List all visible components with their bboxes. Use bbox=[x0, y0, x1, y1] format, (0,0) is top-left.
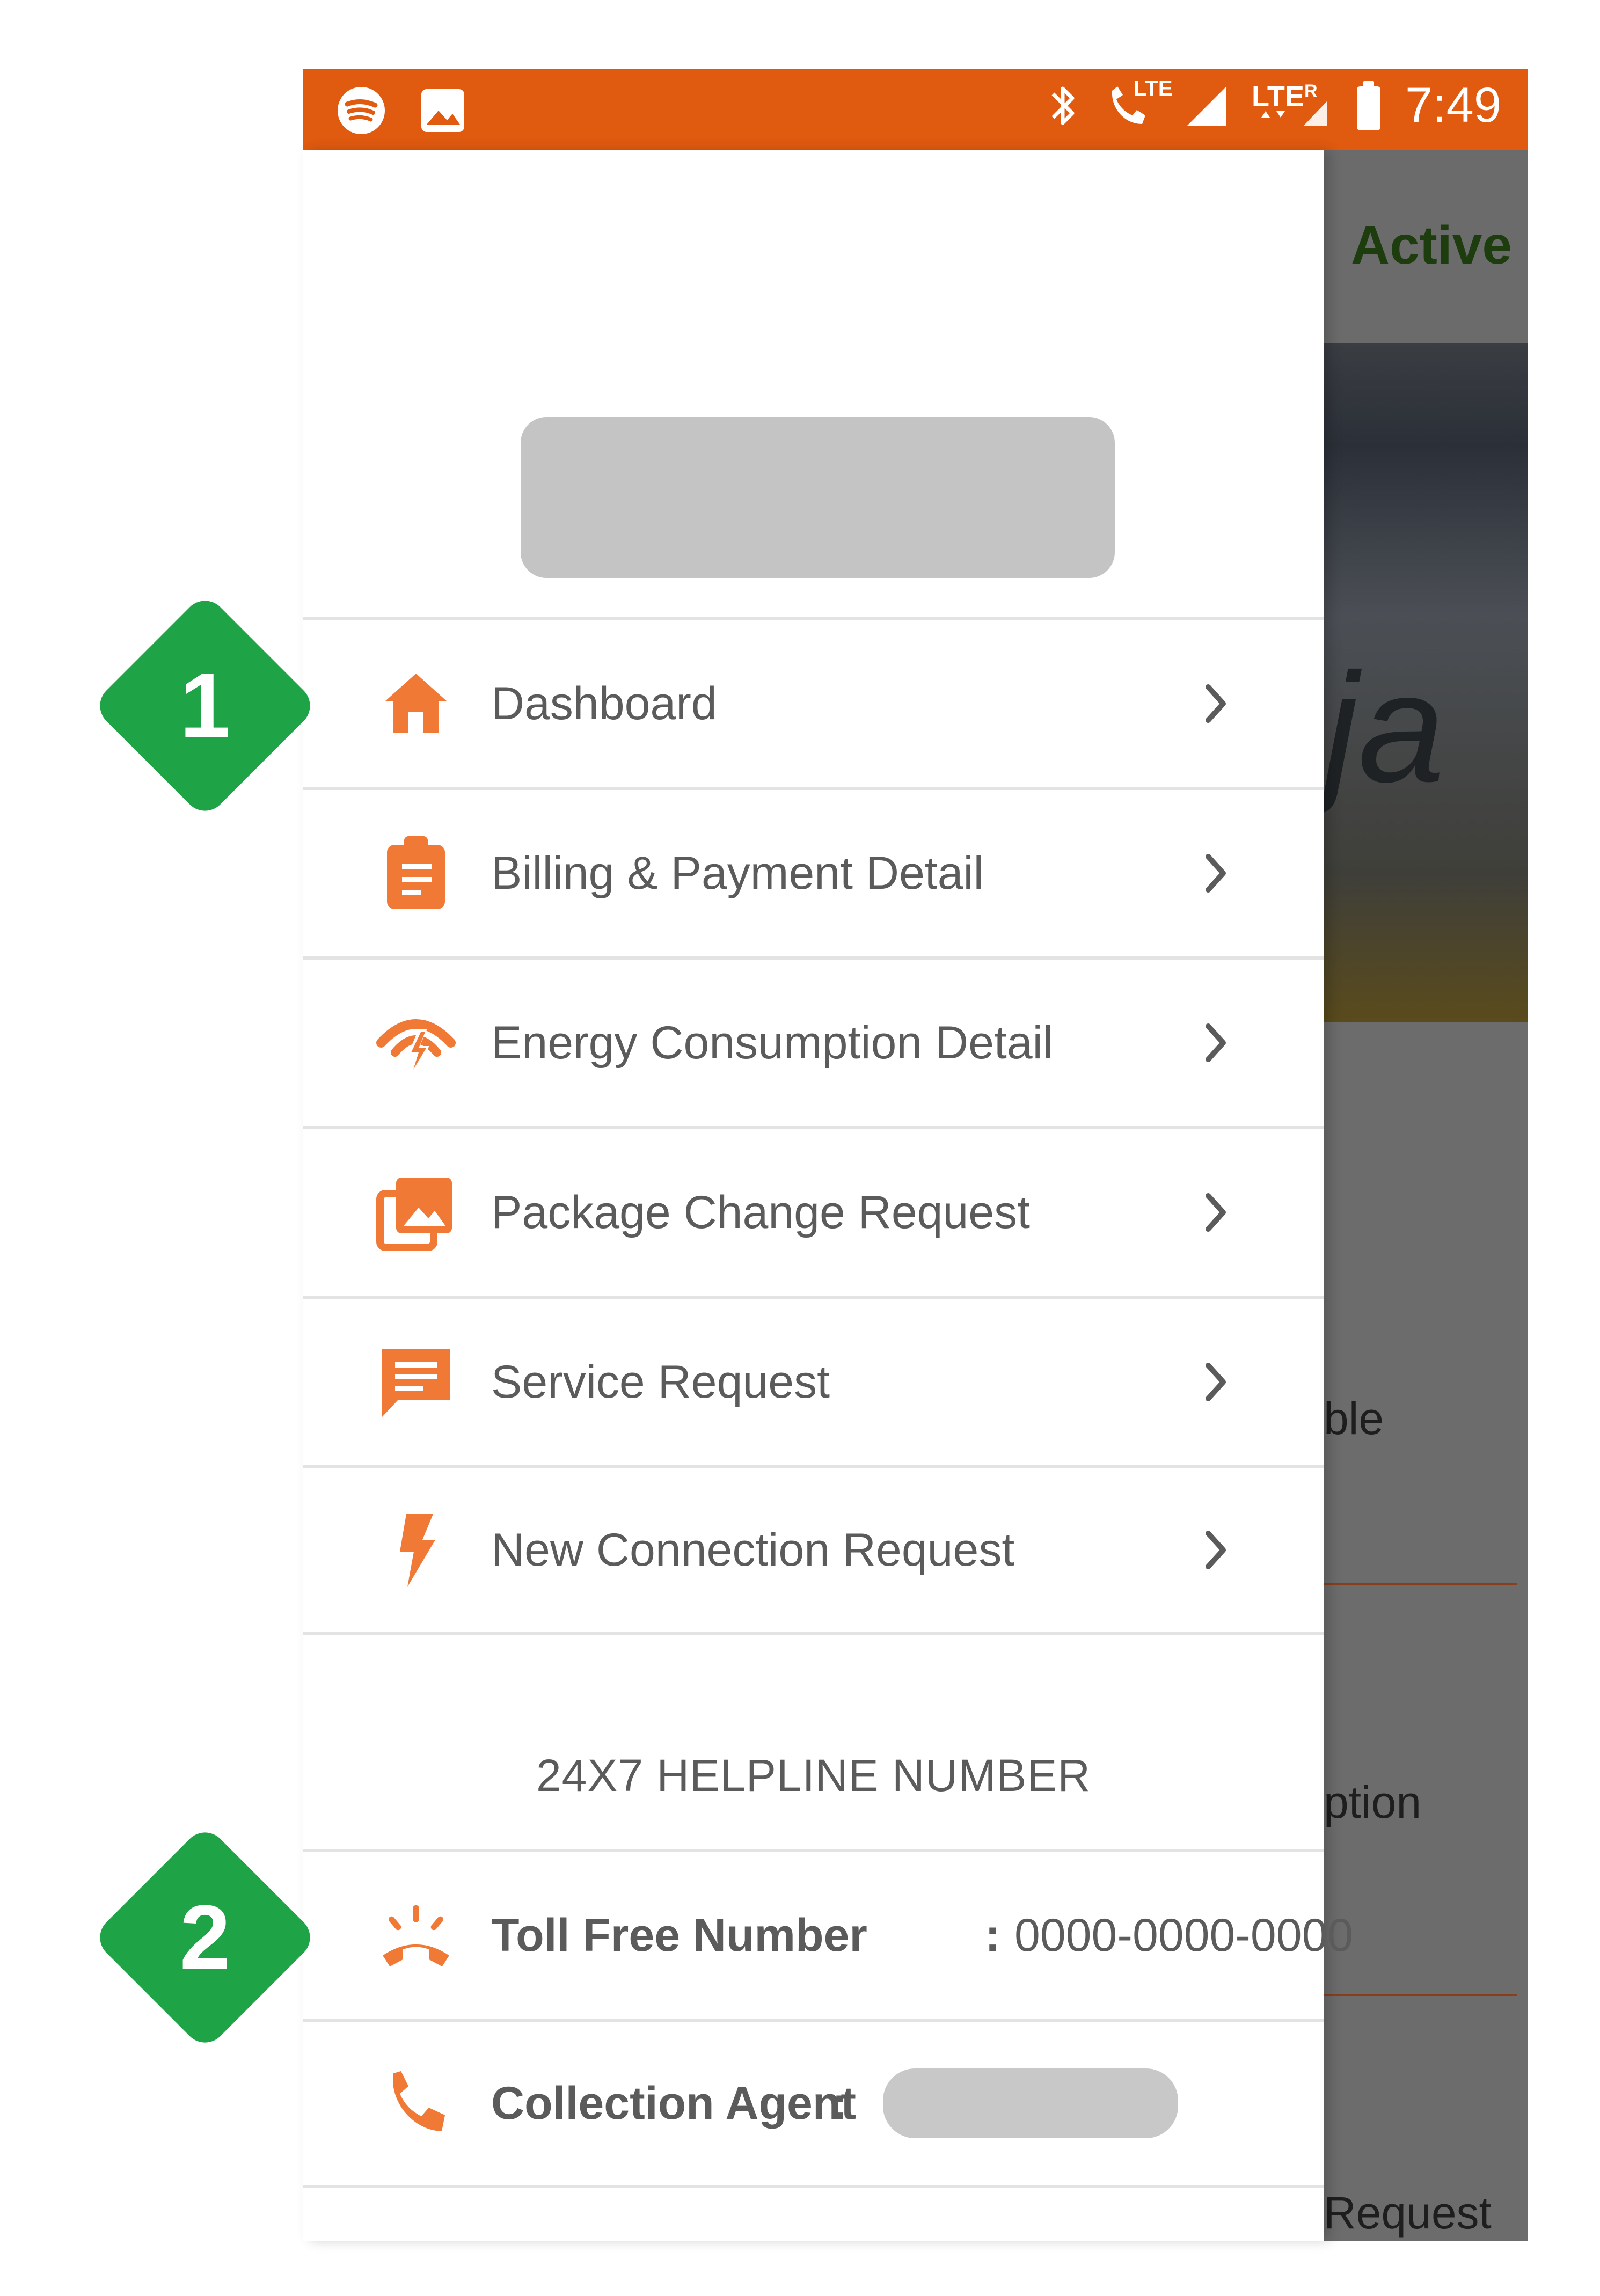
menu-item-package-change[interactable]: Package Change Request bbox=[303, 1126, 1324, 1296]
menu-item-label: Billing & Payment Detail bbox=[491, 847, 984, 899]
lte-call-icon: LTE bbox=[1101, 77, 1173, 131]
lightning-icon bbox=[376, 1510, 456, 1590]
background-header: Active bbox=[1324, 150, 1528, 343]
chevron-right-icon bbox=[1194, 1016, 1237, 1070]
background-app: Active ja ble ption Request bbox=[1324, 150, 1528, 2241]
contact-list: Toll Free Number : 0000-0000-0000 Collec… bbox=[303, 1849, 1353, 2188]
chevron-right-icon bbox=[1194, 1523, 1237, 1577]
background-content: ble ption Request bbox=[1324, 1022, 1528, 2241]
toll-free-separator: : bbox=[985, 1909, 1000, 1961]
menu-item-energy-consumption[interactable]: Energy Consumption Detail bbox=[303, 956, 1324, 1126]
background-divider-1 bbox=[1324, 1583, 1517, 1585]
bluetooth-icon bbox=[1048, 80, 1080, 131]
background-divider-2 bbox=[1324, 1994, 1517, 1996]
chevron-right-icon bbox=[1194, 677, 1237, 730]
menu-item-label: Package Change Request bbox=[491, 1186, 1031, 1238]
contact-collection-agent[interactable]: Collection Agent : bbox=[303, 2019, 1324, 2188]
collection-agent-label: Collection Agent bbox=[491, 2077, 857, 2129]
gallery-icon bbox=[376, 1172, 456, 1253]
spotify-icon bbox=[335, 85, 387, 136]
background-banner-text: ja bbox=[1324, 641, 1445, 815]
menu-item-service-request[interactable]: Service Request bbox=[303, 1296, 1324, 1465]
lte-label-call: LTE bbox=[1133, 76, 1173, 100]
helpline-title: 24X7 HELPLINE NUMBER bbox=[536, 1750, 1091, 1801]
menu-item-label: Service Request bbox=[491, 1356, 830, 1408]
menu-item-billing-payment[interactable]: Billing & Payment Detail bbox=[303, 787, 1324, 956]
menu-item-dashboard[interactable]: Dashboard bbox=[303, 617, 1324, 787]
ringing-phone-icon bbox=[376, 1895, 456, 1976]
collection-agent-value-placeholder bbox=[883, 2068, 1178, 2138]
status-right-icons: LTE LTE R 7:49 bbox=[1048, 77, 1501, 134]
background-label-1: ble bbox=[1324, 1393, 1384, 1444]
phone-icon bbox=[376, 2063, 456, 2144]
battery-icon bbox=[1354, 79, 1384, 133]
collection-agent-separator: : bbox=[832, 2077, 848, 2129]
toll-free-number[interactable]: 0000-0000-0000 bbox=[1014, 1909, 1353, 1962]
signal-icon bbox=[1182, 82, 1230, 130]
status-bar: LTE LTE R 7:49 bbox=[303, 69, 1528, 150]
marker-1-label: 1 bbox=[179, 655, 231, 757]
home-icon bbox=[376, 663, 456, 744]
energy-icon bbox=[376, 1003, 456, 1083]
drawer-menu: Dashboard Billing & Payment Detail Energ… bbox=[303, 617, 1324, 1635]
message-icon bbox=[376, 1342, 456, 1422]
status-time: 7:49 bbox=[1405, 78, 1501, 133]
background-status-label: Active bbox=[1350, 215, 1512, 275]
clipboard-icon bbox=[376, 833, 456, 913]
chevron-right-icon bbox=[1194, 846, 1237, 900]
image-icon bbox=[419, 87, 466, 134]
background-banner: ja bbox=[1324, 343, 1528, 1022]
contact-toll-free[interactable]: Toll Free Number : 0000-0000-0000 bbox=[303, 1849, 1353, 2019]
navigation-drawer: Dashboard Billing & Payment Detail Energ… bbox=[303, 150, 1353, 2241]
marker-2-label: 2 bbox=[179, 1886, 231, 1988]
menu-item-label: New Connection Request bbox=[491, 1524, 1015, 1576]
menu-item-new-connection[interactable]: New Connection Request bbox=[303, 1465, 1324, 1635]
status-left-icons bbox=[335, 85, 466, 136]
profile-placeholder bbox=[521, 417, 1115, 578]
menu-item-label: Energy Consumption Detail bbox=[491, 1017, 1053, 1069]
toll-free-label: Toll Free Number bbox=[491, 1909, 867, 1961]
lte-data-icon: LTE R bbox=[1252, 80, 1332, 131]
chevron-right-icon bbox=[1194, 1355, 1237, 1409]
chevron-right-icon bbox=[1194, 1186, 1237, 1239]
background-label-2: ption bbox=[1324, 1777, 1422, 1827]
background-label-3: Request bbox=[1324, 2188, 1492, 2238]
menu-item-label: Dashboard bbox=[491, 677, 717, 729]
